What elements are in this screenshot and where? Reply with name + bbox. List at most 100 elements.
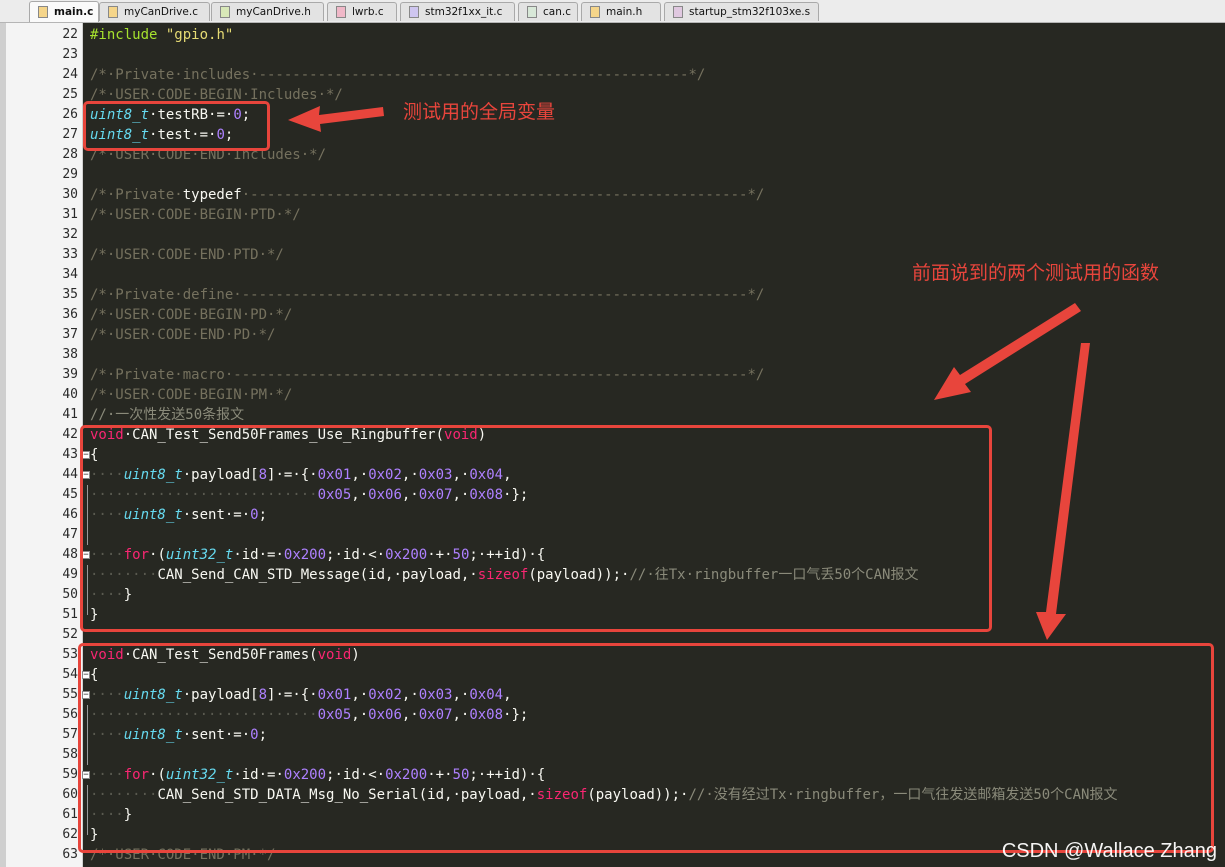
line-number: 37 xyxy=(62,327,78,342)
line-number: 35 xyxy=(62,287,78,302)
line-number: 62 xyxy=(62,827,78,842)
line-number: 45 xyxy=(62,487,78,502)
tab-startup-stm32f103xe-s[interactable]: startup_stm32f103xe.s xyxy=(664,2,819,21)
line-number: 61 xyxy=(62,807,78,822)
code-line: /*·Private·macro·-----------------------… xyxy=(90,365,764,385)
line-number: 40 xyxy=(62,387,78,402)
watermark: CSDN @Wallace Zhang xyxy=(1001,840,1217,862)
tab-label: myCanDrive.c xyxy=(124,6,198,18)
file-icon xyxy=(220,6,230,18)
line-number: 48 xyxy=(62,547,78,562)
code-token-cmt: /*·USER·CODE·END·PD·*/ xyxy=(90,327,276,343)
code-token-cmt2: //·一次性发送50条报文 xyxy=(90,407,245,423)
line-number: 59 xyxy=(62,767,78,782)
tab-stm32f1xx-it-c[interactable]: stm32f1xx_it.c xyxy=(400,2,515,21)
tab-can-c[interactable]: can.c xyxy=(518,2,578,21)
code-line: /*·Private·define·----------------------… xyxy=(90,285,764,305)
tab-label: can.c xyxy=(543,6,571,18)
code-token-cmt: /*·Private·includes·--------------------… xyxy=(90,67,706,83)
line-number: 34 xyxy=(62,267,78,282)
tab-main-c[interactable]: main.c xyxy=(29,1,99,22)
line-number: 57 xyxy=(62,727,78,742)
code-token-pre: #include xyxy=(90,27,158,43)
tab-lwrb-c[interactable]: lwrb.c xyxy=(327,2,397,21)
note-test-functions: 前面说到的两个测试用的函数 xyxy=(912,262,1160,284)
tab-main-h[interactable]: main.h xyxy=(581,2,661,21)
tab-label: myCanDrive.h xyxy=(236,6,311,18)
code-line: //·一次性发送50条报文 xyxy=(90,405,244,425)
file-icon xyxy=(336,6,346,18)
line-number: 56 xyxy=(62,707,78,722)
line-number: 54 xyxy=(62,667,78,682)
file-icon xyxy=(590,6,600,18)
code-token-cmt: /*·Private· xyxy=(90,187,183,203)
code-line: /*·USER·CODE·BEGIN·PM·*/ xyxy=(90,385,292,405)
code-line: /*·USER·CODE·BEGIN·PTD·*/ xyxy=(90,205,301,225)
code-line: /*·Private·includes·--------------------… xyxy=(90,65,705,85)
code-token-cmt: ·---------------------------------------… xyxy=(241,187,765,203)
ringbuffer-function-highlight-box xyxy=(80,425,992,632)
line-number-gutter: 22 23 24 25 26 27 28 29 30 31 32 33 34 35 36 37 38 39 40 41… xyxy=(6,23,90,867)
line-number: 55 xyxy=(62,687,78,702)
file-icon xyxy=(409,6,419,18)
line-number: 38 xyxy=(62,347,78,362)
line-number: 26 xyxy=(62,107,78,122)
code-token-cmt: /*·USER·CODE·BEGIN·PTD·*/ xyxy=(90,207,301,223)
line-number: 49 xyxy=(62,567,78,582)
file-icon xyxy=(108,6,118,18)
line-number: 51 xyxy=(62,607,78,622)
line-number: 33 xyxy=(62,247,78,262)
line-number: 42 xyxy=(62,427,78,442)
code-token-cmt: /*·USER·CODE·BEGIN·PD·*/ xyxy=(90,307,293,323)
tab-mycandrive-c[interactable]: myCanDrive.c xyxy=(99,2,210,21)
no-ringbuffer-function-highlight-box xyxy=(78,643,1214,853)
code-token-id: typedef xyxy=(182,187,242,203)
code-token-cmt: /*·Private·define·----------------------… xyxy=(90,287,765,303)
tab-label: lwrb.c xyxy=(352,6,384,18)
line-number: 53 xyxy=(62,647,78,662)
line-number: 52 xyxy=(62,627,78,642)
file-icon xyxy=(673,6,683,18)
line-number: 31 xyxy=(62,207,78,222)
code-token-cmt: /*·USER·CODE·END·PTD·*/ xyxy=(90,247,284,263)
tab-label: main.h xyxy=(606,6,643,18)
code-token-str: "gpio.h" xyxy=(165,27,234,43)
code-line: /*·USER·CODE·END·PD·*/ xyxy=(90,325,275,345)
line-number: 28 xyxy=(62,147,78,162)
line-number: 39 xyxy=(62,367,78,382)
tab-label: startup_stm32f103xe.s xyxy=(689,6,811,18)
line-number: 29 xyxy=(62,167,78,182)
line-number: 30 xyxy=(62,187,78,202)
tab-mycandrive-h[interactable]: myCanDrive.h xyxy=(211,2,324,21)
line-number: 23 xyxy=(62,47,78,62)
line-number: 22 xyxy=(62,27,78,42)
file-icon xyxy=(527,6,537,18)
line-number: 46 xyxy=(62,507,78,522)
code-token-id xyxy=(157,27,165,43)
line-number: 41 xyxy=(62,407,78,422)
file-icon xyxy=(38,6,48,18)
line-number: 27 xyxy=(62,127,78,142)
line-number: 47 xyxy=(62,527,78,542)
line-number: 60 xyxy=(62,787,78,802)
code-line: #include "gpio.h" xyxy=(90,25,233,45)
line-number: 63 xyxy=(62,847,78,862)
tab-label: main.c xyxy=(54,6,94,18)
tab-label: stm32f1xx_it.c xyxy=(425,6,503,18)
line-number: 32 xyxy=(62,227,78,242)
note-global-vars: 测试用的全局变量 xyxy=(403,101,556,123)
line-number: 50 xyxy=(62,587,78,602)
global-vars-highlight-box xyxy=(83,101,270,151)
line-number: 43 xyxy=(62,447,78,462)
code-line: /*·USER·CODE·END·PTD·*/ xyxy=(90,245,284,265)
line-number: 24 xyxy=(62,67,78,82)
line-number: 44 xyxy=(62,467,78,482)
file-tab-bar: main.c myCanDrive.c myCanDrive.h lwrb.c stm3… xyxy=(0,0,1225,23)
line-number: 58 xyxy=(62,747,78,762)
code-token-cmt: /*·Private·macro·-----------------------… xyxy=(90,367,765,383)
line-number: 36 xyxy=(62,307,78,322)
code-line: /*·Private·typedef·---------------------… xyxy=(90,185,764,205)
code-line: /*·USER·CODE·BEGIN·PD·*/ xyxy=(90,305,292,325)
code-token-cmt: /*·USER·CODE·BEGIN·PM·*/ xyxy=(90,387,293,403)
line-number: 25 xyxy=(62,87,78,102)
